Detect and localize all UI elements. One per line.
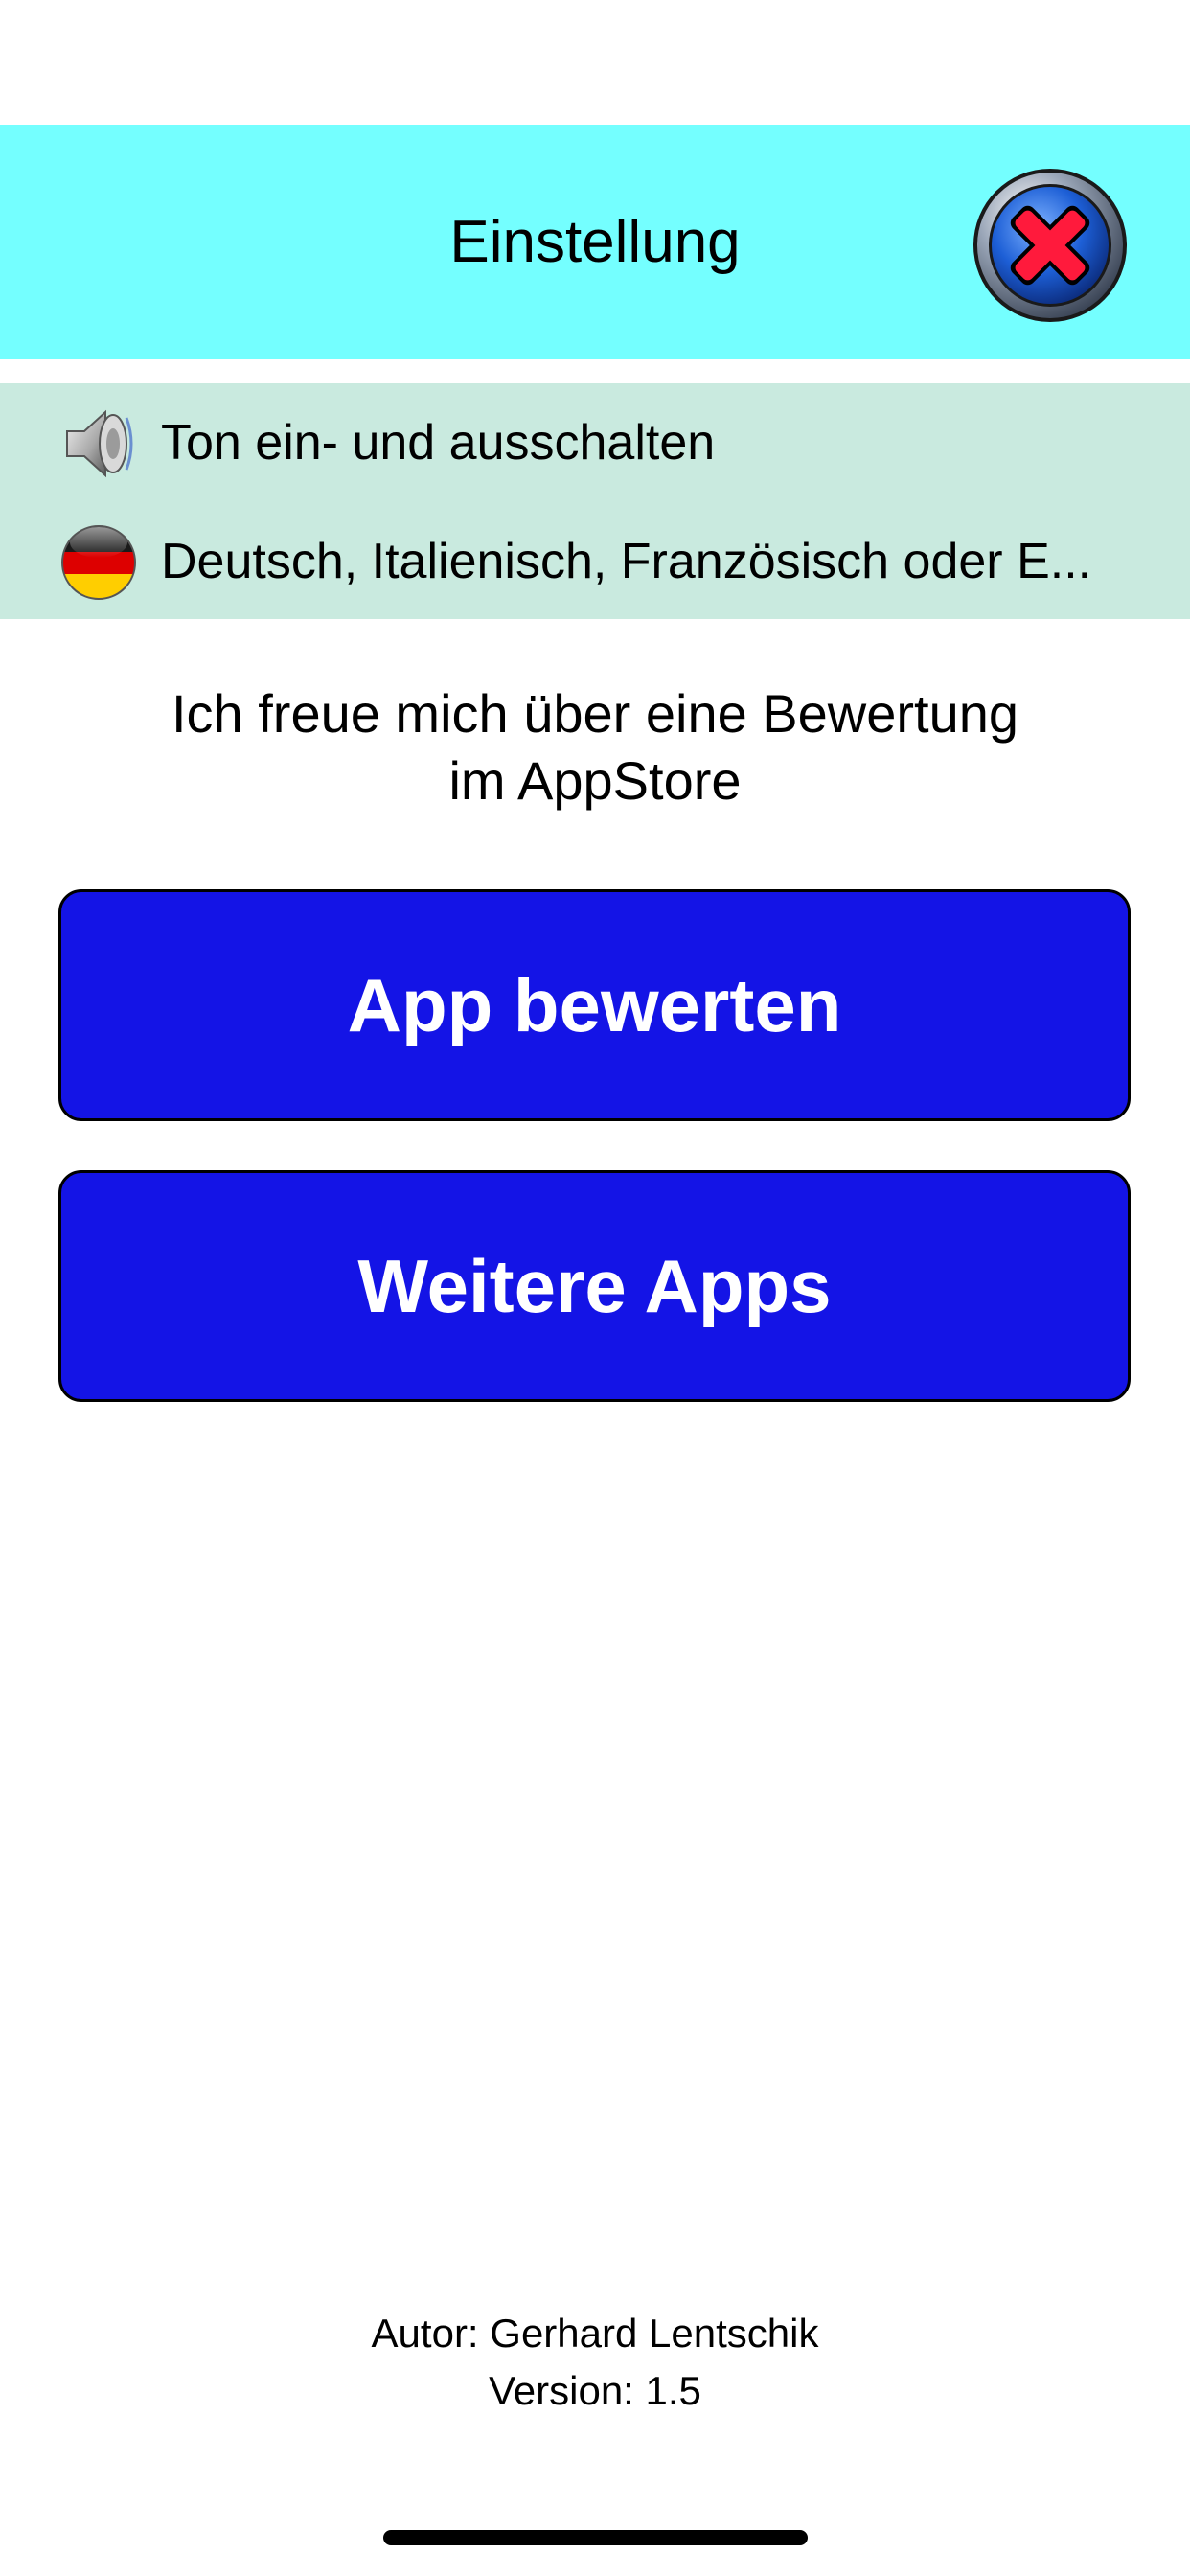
close-x-icon (973, 169, 1127, 322)
language-select-label: Deutsch, Italienisch, Französisch oder E… (161, 534, 1092, 589)
speaker-icon (59, 404, 138, 483)
language-select-row[interactable]: Deutsch, Italienisch, Französisch oder E… (0, 514, 1190, 610)
rating-prompt-line2: im AppStore (448, 750, 742, 811)
sound-toggle-label: Ton ein- und ausschalten (161, 415, 716, 471)
rating-prompt: Ich freue mich über eine Bewertung im Ap… (0, 680, 1190, 815)
more-apps-button[interactable]: Weitere Apps (58, 1170, 1131, 1402)
rate-app-button[interactable]: App bewerten (58, 889, 1131, 1121)
home-indicator[interactable] (383, 2530, 808, 2545)
close-button[interactable] (971, 166, 1130, 325)
german-flag-icon (59, 523, 138, 602)
rating-prompt-line1: Ich freue mich über eine Bewertung (171, 683, 1019, 744)
version-text: Version: 1.5 (489, 2368, 701, 2413)
sound-toggle-row[interactable]: Ton ein- und ausschalten (0, 395, 1190, 491)
author-text: Autor: Gerhard Lentschik (371, 2311, 819, 2356)
footer-info: Autor: Gerhard Lentschik Version: 1.5 (0, 2305, 1190, 2420)
